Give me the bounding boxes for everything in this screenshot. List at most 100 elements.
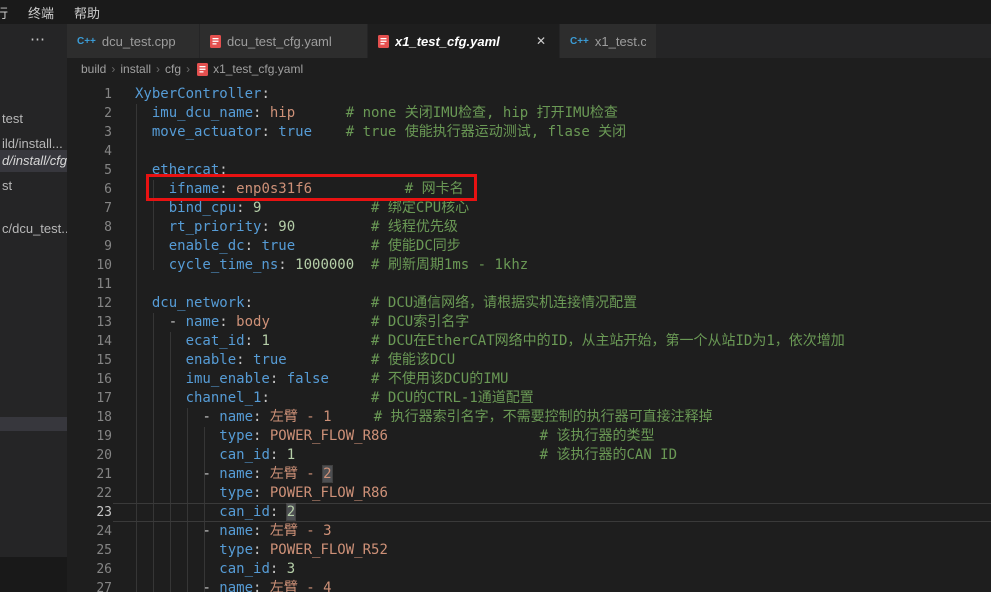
code-line[interactable]: 6 ifname: enp0s31f6 # 网卡名 [67, 180, 991, 199]
code-line[interactable]: 10 cycle_time_ns: 1000000 # 刷新周期1ms - 1k… [67, 256, 991, 275]
tab-dcu_test.cpp[interactable]: C++dcu_test.cpp [67, 24, 200, 58]
menu-item[interactable]: 行 [0, 3, 16, 22]
token: : [219, 162, 227, 178]
code-line[interactable]: 9 enable_dc: true # 使能DC同步 [67, 237, 991, 256]
breadcrumb-segment[interactable]: build [81, 62, 106, 76]
token: # 使能该DCU [371, 352, 455, 368]
sidebar-item[interactable]: st [0, 175, 67, 197]
chevron-right-icon: › [186, 62, 190, 76]
code-line[interactable]: 25 type: POWER_FLOW_R52 [67, 541, 991, 560]
tab-dcu_test_cfg.yaml[interactable]: dcu_test_cfg.yaml [200, 24, 368, 58]
token: rt_priority [169, 219, 262, 235]
token: # 不使用该DCU的IMU [371, 371, 508, 387]
code-editor[interactable]: 1XyberController:2 imu_dcu_name: hip # n… [67, 80, 991, 592]
token [278, 504, 286, 520]
line-content: type: POWER_FLOW_R52 [135, 541, 388, 560]
code-line[interactable]: 17 channel_1: # DCU的CTRL-1通道配置 [67, 389, 991, 408]
code-line[interactable]: 14 ecat_id: 1 # DCU在EtherCAT网络中的ID，从主站开始… [67, 332, 991, 351]
code-line[interactable]: 1XyberController: [67, 85, 991, 104]
token: type [219, 485, 253, 501]
code-line[interactable]: 23 can_id: 2 [67, 503, 991, 522]
tab-x1_test.cpp[interactable]: C++x1_test.cpp [560, 24, 657, 58]
code-line[interactable]: 22 type: POWER_FLOW_R86 [67, 484, 991, 503]
token: 左臂 - 4 [261, 580, 331, 592]
code-line[interactable]: 13 - name: body # DCU索引名字 [67, 313, 991, 332]
breadcrumb-file[interactable]: x1_test_cfg.yaml [213, 62, 303, 76]
token [135, 504, 219, 520]
line-number: 17 [67, 389, 112, 408]
token [135, 485, 219, 501]
code-line[interactable]: 18 - name: 左臂 - 1 # 执行器索引名字，不需要控制的执行器可直接… [67, 408, 991, 427]
code-line[interactable]: 26 can_id: 3 [67, 560, 991, 579]
sidebar-item[interactable]: c/dcu_test... [0, 218, 67, 240]
sidebar-item[interactable]: d/install/cfg [0, 150, 67, 172]
token [270, 314, 371, 330]
breadcrumb-segment[interactable]: cfg [165, 62, 181, 76]
yaml-file-icon [197, 63, 208, 76]
token: : [261, 219, 269, 235]
token: : [261, 86, 269, 102]
token: true [270, 124, 312, 140]
tab-label: x1_test.cpp [595, 34, 646, 49]
token [135, 219, 169, 235]
token: cycle_time_ns [169, 257, 279, 273]
code-line[interactable]: 8 rt_priority: 90 # 线程优先级 [67, 218, 991, 237]
code-line[interactable]: 12 dcu_network: # DCU通信网络，请根据实机连接情况配置 [67, 294, 991, 313]
line-number: 8 [67, 218, 112, 237]
code-line[interactable]: 2 imu_dcu_name: hip # none 关闭IMU检查, hip … [67, 104, 991, 123]
token: - [202, 466, 219, 482]
token [135, 105, 152, 121]
token [135, 238, 169, 254]
code-line[interactable]: 16 imu_enable: false # 不使用该DCU的IMU [67, 370, 991, 389]
code-line[interactable]: 15 enable: true # 使能该DCU [67, 351, 991, 370]
line-content: - name: 左臂 - 4 [135, 579, 332, 592]
token [354, 257, 371, 273]
token: enable [186, 352, 237, 368]
line-number: 12 [67, 294, 112, 313]
token: can_id [219, 561, 270, 577]
code-line[interactable]: 21 - name: 左臂 - 2 [67, 465, 991, 484]
more-actions-icon[interactable]: ⋯ [30, 30, 46, 48]
token [135, 295, 152, 311]
line-number: 18 [67, 408, 112, 427]
code-line[interactable]: 27 - name: 左臂 - 4 [67, 579, 991, 592]
token: - [169, 314, 186, 330]
line-number: 10 [67, 256, 112, 275]
code-line[interactable]: 4 [67, 142, 991, 161]
token [135, 447, 219, 463]
tab-label: x1_test_cfg.yaml [395, 34, 527, 49]
tab-x1_test_cfg.yaml[interactable]: x1_test_cfg.yaml ✕ [368, 24, 560, 58]
token: imu_enable [186, 371, 270, 387]
menu-item[interactable]: 终端 [20, 3, 62, 22]
token: : [245, 295, 253, 311]
code-line[interactable]: 3 move_actuator: true # true 使能执行器运动测试, … [67, 123, 991, 142]
token: # 刷新周期1ms - 1khz [371, 257, 528, 273]
token: enp0s31f6 [228, 181, 312, 197]
line-content: channel_1: # DCU的CTRL-1通道配置 [135, 389, 534, 408]
line-content: ifname: enp0s31f6 # 网卡名 [135, 180, 464, 199]
breadcrumb-segment[interactable]: install [120, 62, 151, 76]
token: 3 [278, 561, 295, 577]
line-number: 2 [67, 104, 112, 123]
close-icon[interactable]: ✕ [533, 33, 549, 49]
code-line[interactable]: 20 can_id: 1 # 该执行器的CAN ID [67, 446, 991, 465]
line-content: can_id: 2 [135, 503, 295, 522]
code-line[interactable]: 5 ethercat: [67, 161, 991, 180]
token: 9 [245, 200, 262, 216]
token [270, 390, 371, 406]
code-line[interactable]: 19 type: POWER_FLOW_R86 # 该执行器的类型 [67, 427, 991, 446]
token [253, 295, 371, 311]
token: # 网卡名 [405, 181, 464, 197]
code-line[interactable]: 11 [67, 275, 991, 294]
token [135, 333, 186, 349]
token: ethercat [152, 162, 219, 178]
code-line[interactable]: 24 - name: 左臂 - 3 [67, 522, 991, 541]
sidebar-item[interactable]: test [0, 108, 67, 130]
token: : [261, 124, 269, 140]
code-line[interactable]: 7 bind_cpu: 9 # 绑定CPU核心 [67, 199, 991, 218]
line-content: can_id: 3 [135, 560, 295, 579]
token: bind_cpu [169, 200, 236, 216]
token [388, 428, 540, 444]
token: # DCU在EtherCAT网络中的ID，从主站开始，第一个从站ID为1，依次增… [371, 333, 845, 349]
menu-item[interactable]: 帮助 [66, 3, 108, 22]
